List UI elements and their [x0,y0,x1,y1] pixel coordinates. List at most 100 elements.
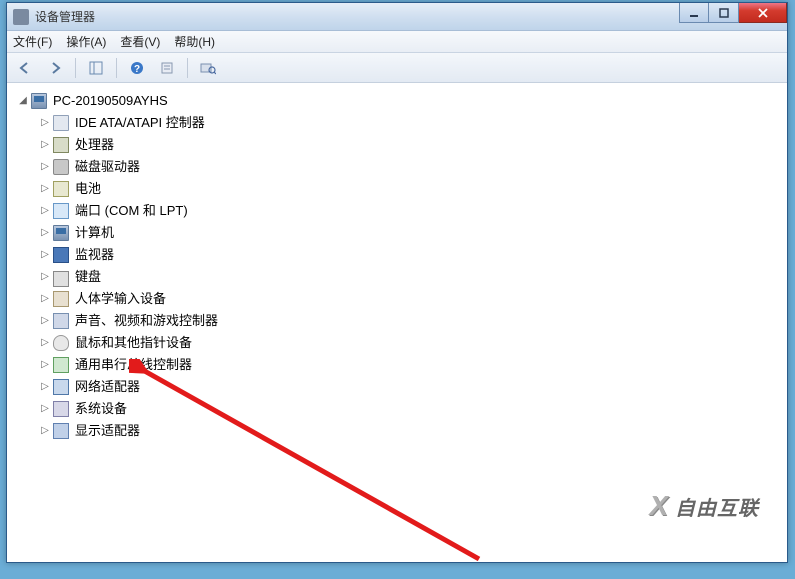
app-icon [13,9,29,25]
expand-icon[interactable]: ▷ [39,337,51,349]
scan-hardware-button[interactable] [196,57,220,79]
mouse-icon [53,335,69,351]
tree-item-label: 计算机 [75,222,114,244]
watermark: X 自由互联 [649,490,759,522]
expand-icon[interactable]: ▷ [39,139,51,151]
toolbar-separator [75,58,76,78]
expand-icon[interactable]: ▷ [39,381,51,393]
tree-item-system[interactable]: ▷ 系统设备 [11,398,787,420]
tree-item-ports[interactable]: ▷ 端口 (COM 和 LPT) [11,200,787,222]
tree-item-battery[interactable]: ▷ 电池 [11,178,787,200]
cpu-icon [53,137,69,153]
tree-item-label: 声音、视频和游戏控制器 [75,310,218,332]
keyboard-icon [53,271,69,287]
computer-icon [53,225,69,241]
forward-button[interactable] [43,57,67,79]
menu-action[interactable]: 操作(A) [66,33,106,50]
tree-item-label: 处理器 [75,134,114,156]
expand-icon[interactable]: ▷ [39,425,51,437]
back-icon [18,61,32,75]
sound-icon [53,313,69,329]
hid-icon [53,291,69,307]
expand-icon[interactable]: ▷ [39,403,51,415]
monitor-icon [53,247,69,263]
properties-button[interactable] [155,57,179,79]
device-tree[interactable]: ◢ PC-20190509AYHS ▷ IDE ATA/ATAPI 控制器 ▷ 处理… [7,84,787,442]
display-icon [53,423,69,439]
tree-item-monitor[interactable]: ▷ 监视器 [11,244,787,266]
menu-help[interactable]: 帮助(H) [174,33,215,50]
tree-item-label: 端口 (COM 和 LPT) [75,200,188,222]
tree-item-hid[interactable]: ▷ 人体学输入设备 [11,288,787,310]
expand-icon[interactable]: ▷ [39,293,51,305]
menu-view[interactable]: 查看(V) [120,33,160,50]
tree-item-sound[interactable]: ▷ 声音、视频和游戏控制器 [11,310,787,332]
back-button[interactable] [13,57,37,79]
usb-icon [53,357,69,373]
content-area: ◢ PC-20190509AYHS ▷ IDE ATA/ATAPI 控制器 ▷ 处理… [7,83,787,562]
menubar: 文件(F) 操作(A) 查看(V) 帮助(H) [7,31,787,53]
tree-item-label: 网络适配器 [75,376,140,398]
scan-icon [200,61,216,75]
tree-item-label: 人体学输入设备 [75,288,166,310]
tree-item-disk[interactable]: ▷ 磁盘驱动器 [11,156,787,178]
help-icon: ? [130,61,144,75]
maximize-icon [719,8,729,18]
tree-root[interactable]: ◢ PC-20190509AYHS [11,90,787,112]
tree-item-ide[interactable]: ▷ IDE ATA/ATAPI 控制器 [11,112,787,134]
disk-icon [53,159,69,175]
device-manager-window: 设备管理器 文件(F) 操作(A) 查看(V) 帮助(H) ? [6,2,788,563]
expand-icon[interactable]: ▷ [39,271,51,283]
window-controls [679,3,787,23]
titlebar[interactable]: 设备管理器 [7,3,787,31]
tree-item-label: 通用串行总线控制器 [75,354,192,376]
toolbar-separator [187,58,188,78]
close-icon [757,8,769,18]
collapse-icon[interactable]: ◢ [17,95,29,107]
battery-icon [53,181,69,197]
expand-icon[interactable]: ▷ [39,161,51,173]
window-title: 设备管理器 [35,8,95,25]
forward-icon [48,61,62,75]
tree-item-label: 系统设备 [75,398,127,420]
system-icon [53,401,69,417]
toolbar-separator [116,58,117,78]
network-icon [53,379,69,395]
port-icon [53,203,69,219]
tree-item-network[interactable]: ▷ 网络适配器 [11,376,787,398]
tree-item-usb[interactable]: ▷ 通用串行总线控制器 [11,354,787,376]
tree-item-mouse[interactable]: ▷ 鼠标和其他指针设备 [11,332,787,354]
minimize-icon [689,8,699,18]
tree-item-computer[interactable]: ▷ 计算机 [11,222,787,244]
expand-icon[interactable]: ▷ [39,117,51,129]
svg-text:?: ? [134,64,140,75]
help-button[interactable]: ? [125,57,149,79]
expand-icon[interactable]: ▷ [39,359,51,371]
toolbar: ? [7,53,787,83]
tree-item-display[interactable]: ▷ 显示适配器 [11,420,787,442]
tree-icon [89,61,103,75]
expand-icon[interactable]: ▷ [39,227,51,239]
tree-item-processor[interactable]: ▷ 处理器 [11,134,787,156]
expand-icon[interactable]: ▷ [39,205,51,217]
tree-item-label: 磁盘驱动器 [75,156,140,178]
expand-icon[interactable]: ▷ [39,183,51,195]
menu-file[interactable]: 文件(F) [13,33,52,50]
show-hide-tree-button[interactable] [84,57,108,79]
tree-item-label: 键盘 [75,266,101,288]
watermark-logo-icon: X [649,490,669,522]
tree-item-keyboard[interactable]: ▷ 键盘 [11,266,787,288]
tree-item-label: IDE ATA/ATAPI 控制器 [75,112,205,134]
maximize-button[interactable] [709,3,739,23]
minimize-button[interactable] [679,3,709,23]
expand-icon[interactable]: ▷ [39,315,51,327]
tree-root-label: PC-20190509AYHS [53,90,168,112]
tree-item-label: 电池 [75,178,101,200]
watermark-text: 自由互联 [675,492,759,521]
tree-item-label: 鼠标和其他指针设备 [75,332,192,354]
tree-item-label: 监视器 [75,244,114,266]
tree-children: ▷ IDE ATA/ATAPI 控制器 ▷ 处理器 ▷ 磁盘驱动器 ▷ 电池 ▷ 端口 (… [11,112,787,442]
tree-item-label: 显示适配器 [75,420,140,442]
close-button[interactable] [739,3,787,23]
expand-icon[interactable]: ▷ [39,249,51,261]
